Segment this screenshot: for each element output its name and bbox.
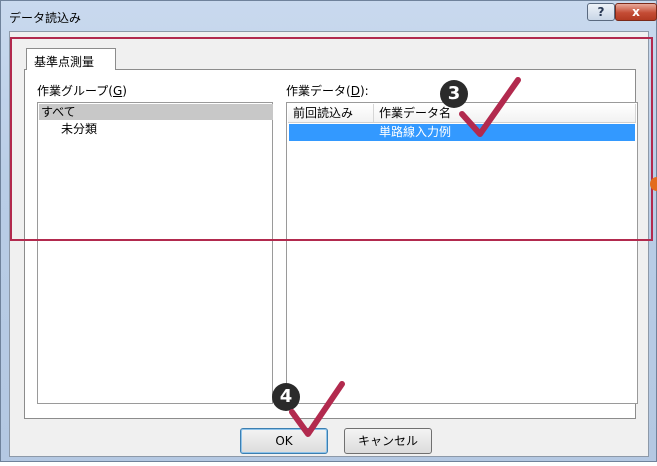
- row-data-name: 単路線入力例: [379, 125, 452, 139]
- tab-kijunten-sokuryo[interactable]: 基準点測量: [26, 48, 116, 70]
- data-label: 作業データ(D):: [286, 84, 369, 98]
- group-item-all[interactable]: すべて: [39, 104, 273, 120]
- orange-dot-marker: [650, 177, 657, 191]
- window-title: データ読込み: [9, 11, 82, 25]
- group-item-unclassified[interactable]: 未分類: [61, 121, 97, 137]
- close-button[interactable]: x: [615, 3, 657, 21]
- data-list[interactable]: 前回読込み 作業データ名 単路線入力例: [286, 102, 638, 404]
- checkmark-4-icon: [289, 381, 345, 437]
- group-label: 作業グループ(G): [37, 84, 127, 98]
- group-list[interactable]: すべて 未分類: [37, 102, 273, 404]
- title-bar[interactable]: データ読込み ? x: [1, 1, 657, 31]
- checkmark-3-icon: [459, 77, 521, 137]
- cancel-button[interactable]: キャンセル: [344, 428, 432, 454]
- tab-panel: 作業グループ(G) すべて 未分類 作業データ(D): 前回読込み 作業データ名…: [24, 69, 638, 419]
- help-button[interactable]: ?: [587, 3, 615, 21]
- column-header-last-loaded[interactable]: 前回読込み: [288, 104, 374, 122]
